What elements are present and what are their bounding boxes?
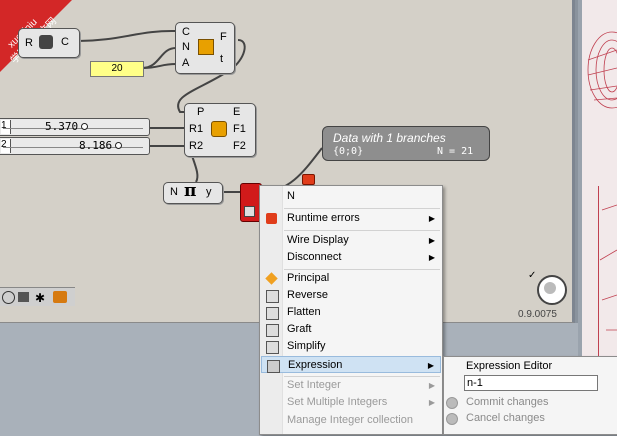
input-n-label: N	[170, 186, 178, 198]
menu-item-set-multiple-integers: Set Multiple Integers ▶	[261, 394, 441, 411]
output-e-label: E	[233, 106, 241, 118]
cancel-icon	[446, 413, 458, 425]
menu-item-flatten[interactable]: Flatten	[261, 304, 441, 321]
output-f1-label: F1	[233, 123, 246, 135]
expression-input[interactable]	[464, 375, 598, 391]
menu-divider	[284, 208, 440, 209]
menu-item-simplify[interactable]: Simplify	[261, 338, 441, 355]
input-n-label: N	[182, 41, 190, 53]
curve-component-icon	[39, 35, 53, 49]
cancel-changes-item[interactable]: Cancel changes	[444, 411, 617, 427]
menu-item-disconnect[interactable]: Disconnect ▶	[261, 249, 441, 266]
menu-item-reverse[interactable]: Reverse	[261, 287, 441, 304]
cursor-icon: ✓	[528, 270, 537, 281]
input-r1-label: R1	[189, 123, 204, 135]
input-a-label: A	[182, 57, 190, 69]
number-slider-1[interactable]: 1 5.370	[0, 118, 150, 136]
divide-component-icon	[198, 39, 214, 55]
gear-icon[interactable]	[53, 291, 67, 303]
output-port-label: C	[61, 36, 69, 48]
slider-track[interactable]	[3, 147, 143, 148]
status-zoom: 0.9.0075	[518, 309, 557, 320]
sketch-icon[interactable]	[18, 292, 29, 302]
error-balloon-icon	[266, 213, 277, 224]
menu-item-graft[interactable]: Graft	[261, 321, 441, 338]
zoom-icon[interactable]	[2, 291, 15, 304]
expression-icon	[267, 360, 280, 373]
submenu-arrow-icon: ▶	[427, 361, 434, 370]
input-port-label: R	[25, 37, 33, 49]
curve-node[interactable]: R C	[18, 28, 80, 58]
submenu-arrow-icon: ▶	[428, 214, 435, 223]
ellipse-component-icon	[211, 121, 227, 137]
branch-path: {0;0}	[333, 146, 364, 157]
input-r2-label: R2	[189, 140, 204, 152]
menu-item-manage-integer-collection: Manage Integer collection	[287, 414, 413, 426]
panel-title: Data with 1 branches	[333, 131, 446, 145]
slider-index: 1	[1, 120, 11, 134]
pi-icon: π	[184, 181, 197, 201]
flatten-icon	[266, 307, 279, 320]
slider-value: 5.370	[45, 120, 79, 133]
canvas-toolbar: ✱	[0, 287, 75, 306]
navigation-compass-icon[interactable]	[537, 275, 567, 305]
menu-item-runtime-errors[interactable]: Runtime errors ▶	[261, 210, 441, 227]
number-panel[interactable]: 20	[90, 61, 144, 77]
menu-header[interactable]: N	[261, 188, 441, 205]
expression-editor-title[interactable]: Expression Editor	[466, 360, 552, 372]
divide-curve-node[interactable]: C N A F t	[175, 22, 235, 74]
menu-item-expression[interactable]: Expression ▶	[261, 356, 441, 373]
param-icon	[244, 206, 255, 217]
circle-node[interactable]: P R1 R2 E F1 F2	[184, 103, 256, 157]
menu-item-set-integer: Set Integer ▶	[261, 377, 441, 394]
item-count: N = 21	[437, 146, 474, 157]
simplify-icon	[266, 341, 279, 354]
output-f-label: F	[220, 31, 227, 43]
expression-submenu: Expression Editor Commit changes Cancel …	[443, 356, 617, 435]
graft-icon	[266, 324, 279, 337]
slider-index: 2	[1, 139, 11, 153]
output-y-label: y	[206, 186, 212, 198]
param-viewer-panel[interactable]: Data with 1 branches {0;0} N = 21	[322, 126, 490, 161]
slider-grip-icon[interactable]	[115, 142, 122, 149]
menu-divider	[284, 230, 440, 231]
submenu-arrow-icon: ▶	[428, 398, 435, 407]
principal-icon	[265, 272, 278, 285]
expression-node[interactable]: N π y	[163, 181, 223, 204]
menu-item-principal[interactable]: Principal	[261, 270, 441, 287]
submenu-arrow-icon: ▶	[428, 253, 435, 262]
slider-grip-icon[interactable]	[81, 123, 88, 130]
commit-changes-item[interactable]: Commit changes	[444, 395, 617, 411]
number-slider-2[interactable]: 2 8.186	[0, 137, 150, 155]
compass-inner	[544, 282, 556, 294]
output-t-label: t	[220, 53, 224, 65]
input-c-label: C	[182, 26, 190, 38]
submenu-arrow-icon: ▶	[428, 381, 435, 390]
reverse-icon	[266, 290, 279, 303]
bug-icon[interactable]: ✱	[35, 291, 45, 305]
input-p-label: P	[197, 106, 205, 118]
error-balloon-icon[interactable]	[302, 174, 315, 185]
context-menu: N Runtime errors ▶ Wire Display ▶ Disconne…	[259, 185, 443, 435]
slider-value: 8.186	[79, 139, 113, 152]
commit-icon	[446, 397, 458, 409]
submenu-arrow-icon: ▶	[428, 236, 435, 245]
menu-item-wire-display[interactable]: Wire Display ▶	[261, 232, 441, 249]
output-f2-label: F2	[233, 140, 246, 152]
